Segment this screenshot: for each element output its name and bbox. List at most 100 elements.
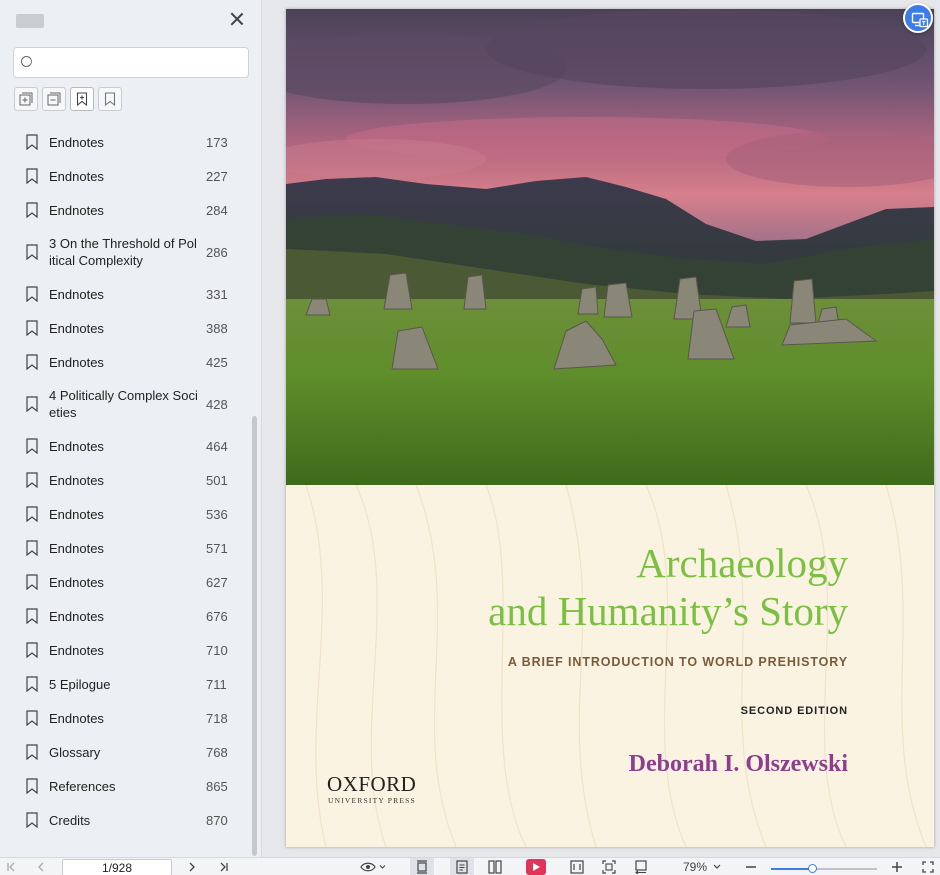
bookmark-page-number: 711	[206, 676, 227, 692]
zoom-out-button[interactable]	[742, 858, 760, 875]
zoom-select[interactable]: 79%	[672, 858, 732, 875]
bookmark-label: 3 On the Threshold of Political Complexi…	[49, 236, 197, 268]
bookmark-page-number: 173	[206, 134, 228, 150]
bookmark-page-number: 464	[206, 438, 228, 454]
bookmark-label: Endnotes	[49, 642, 104, 658]
bookmark-item[interactable]: Endnotes 627	[0, 565, 250, 599]
read-mode-button[interactable]	[356, 858, 390, 875]
eye-icon	[360, 862, 386, 872]
bookmark-icon	[26, 642, 38, 658]
bookmark-item[interactable]: Credits 870	[0, 803, 250, 837]
single-page-view-button[interactable]	[410, 858, 434, 875]
bookmark-icon	[26, 286, 38, 302]
bookmark-label: Endnotes	[49, 168, 104, 184]
bookmark-item[interactable]: Endnotes 173	[0, 125, 250, 159]
bookmark-icon	[26, 320, 38, 336]
bookmark-page-number: 571	[206, 540, 228, 556]
rotate-page-button[interactable]	[630, 858, 652, 875]
collapse-all-button[interactable]	[42, 87, 66, 111]
bookmark-item[interactable]: Endnotes 284	[0, 193, 250, 227]
bookmark-item[interactable]: Endnotes 676	[0, 599, 250, 633]
bookmark-label: 4 Politically Complex Societies	[49, 388, 198, 420]
bookmark-icon	[26, 540, 38, 556]
bookmark-icon	[26, 744, 38, 760]
bookmark-item[interactable]: Endnotes 710	[0, 633, 250, 667]
bookmark-page-number: 284	[206, 202, 228, 218]
zoom-in-button[interactable]	[888, 858, 906, 875]
zoom-slider-handle[interactable]	[808, 864, 818, 873]
bookmark-icon	[26, 168, 38, 184]
expand-all-button[interactable]	[14, 87, 38, 111]
bookmark-page-number: 227	[206, 168, 228, 184]
bookmark-item[interactable]: Endnotes 425	[0, 345, 250, 379]
bookmark-page-number: 501	[206, 472, 228, 488]
screen-translate-icon	[911, 12, 929, 28]
bookmark-icon	[26, 812, 38, 828]
bookmark-item[interactable]: Endnotes 571	[0, 531, 250, 565]
floating-tool-button[interactable]	[903, 3, 933, 33]
bookmark-icon	[26, 354, 38, 370]
bookmark-sidebar: Endnotes 173 Endnotes 227 Endnotes 284 3 On th…	[0, 0, 262, 857]
bookmark-icon	[26, 472, 38, 488]
bookmark-item[interactable]: References 865	[0, 769, 250, 803]
sidebar-title	[16, 14, 44, 28]
bookmark-item[interactable]: 4 Politically Complex Societies 428	[0, 379, 250, 429]
bookmark-item[interactable]: Endnotes 227	[0, 159, 250, 193]
next-page-button[interactable]	[183, 858, 201, 875]
fullscreen-button[interactable]	[918, 858, 938, 875]
add-bookmark-button[interactable]	[70, 87, 94, 111]
continuous-view-button[interactable]	[450, 858, 474, 875]
bookmark-item[interactable]: Endnotes 501	[0, 463, 250, 497]
sidebar-toolbar	[14, 87, 122, 111]
play-icon	[526, 859, 546, 875]
fit-page-button[interactable]	[598, 858, 620, 875]
page-number-input[interactable]	[62, 859, 172, 875]
bookmark-icon	[26, 396, 38, 412]
bookmark-item[interactable]: Glossary 768	[0, 735, 250, 769]
publisher-subtitle: UNIVERSITY PRESS	[328, 796, 416, 805]
bookmark-label: Glossary	[49, 744, 101, 760]
two-page-view-button[interactable]	[483, 858, 507, 875]
chevron-down-icon	[713, 864, 721, 869]
zoom-slider-fill	[771, 868, 814, 870]
bookmark-icon	[26, 244, 38, 260]
bookmark-item[interactable]: Endnotes 331	[0, 277, 250, 311]
status-bar: 79%	[0, 857, 940, 875]
bookmark-icon	[26, 778, 38, 794]
sidebar-scrollbar-thumb[interactable]	[252, 416, 257, 856]
bookmark-label: Endnotes	[49, 134, 104, 150]
book-title-line1: Archaeology	[636, 540, 848, 586]
cover-text-area: Archaeology and Humanity’s Story A BRIEF…	[286, 485, 934, 847]
book-edition: SECOND EDITION	[740, 705, 848, 717]
bookmark-icon	[104, 92, 116, 106]
close-sidebar-icon[interactable]	[228, 10, 246, 28]
bookmark-item[interactable]: Endnotes 536	[0, 497, 250, 531]
bookmark-item[interactable]: Endnotes 464	[0, 429, 250, 463]
book-title: Archaeology and Humanity’s Story	[488, 539, 848, 635]
bookmark-item[interactable]: 3 On the Threshold of Political Complexi…	[0, 227, 250, 277]
last-page-button[interactable]	[215, 858, 233, 875]
plus-icon	[892, 862, 902, 872]
bookmark-label: References	[49, 778, 116, 794]
bookmark-label: Endnotes	[49, 574, 104, 590]
bookmark-item[interactable]: 5 Epilogue 711	[0, 667, 250, 701]
bookmark-page-number: 865	[206, 778, 228, 794]
bookmark-icon	[26, 202, 38, 218]
bookmark-item[interactable]: Endnotes 388	[0, 311, 250, 345]
bookmark-page-number: 425	[206, 354, 228, 370]
last-page-icon	[220, 862, 228, 872]
bookmark-page-number: 768	[206, 744, 228, 760]
bookmark-icon	[26, 134, 38, 150]
fit-width-button[interactable]	[566, 858, 588, 875]
slideshow-button[interactable]	[525, 858, 547, 875]
previous-page-button[interactable]	[32, 858, 50, 875]
first-page-button[interactable]	[2, 858, 20, 875]
collapse-all-icon	[47, 92, 61, 106]
bookmark-button[interactable]	[98, 87, 122, 111]
rotate-icon	[635, 860, 647, 874]
bookmark-label: Credits	[49, 812, 91, 828]
bookmark-item[interactable]: Endnotes 718	[0, 701, 250, 735]
bookmark-label: Endnotes	[49, 320, 104, 336]
bookmark-page-number: 627	[206, 574, 228, 590]
book-subtitle: A BRIEF INTRODUCTION TO WORLD PREHISTORY	[507, 655, 848, 669]
